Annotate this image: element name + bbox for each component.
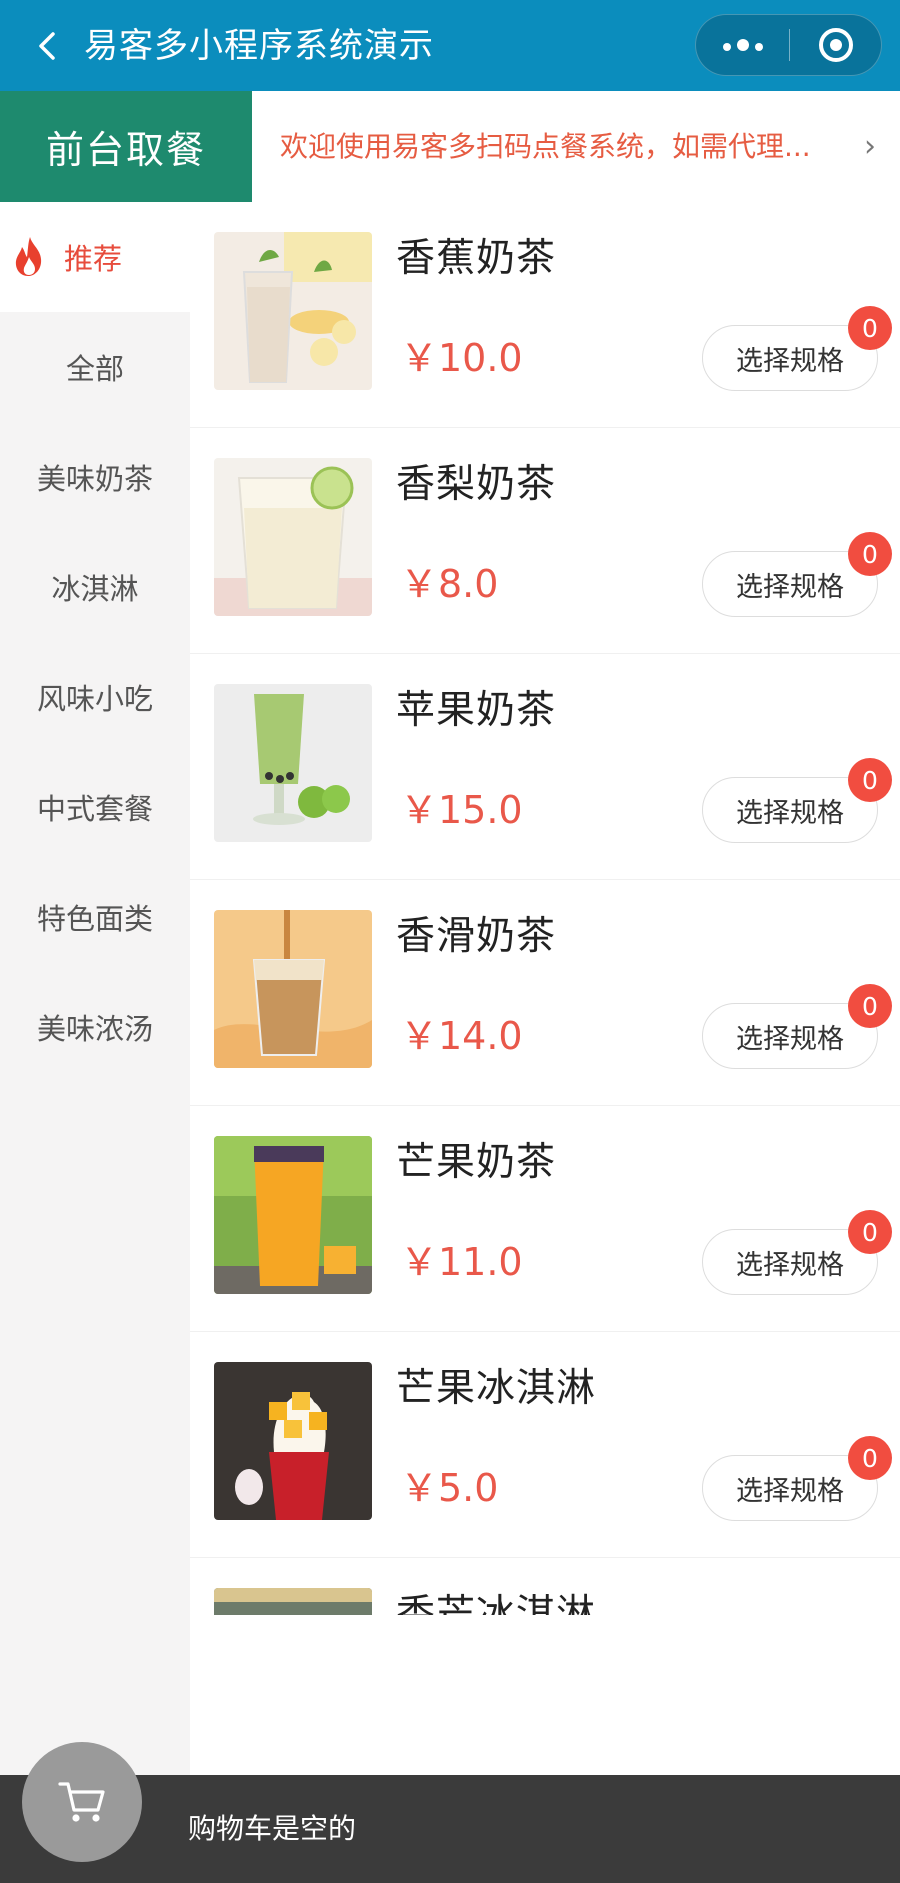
list-item: 芒果冰淇淋 ￥5.0 选择规格 0 (190, 1332, 900, 1558)
sidebar-item-snacks[interactable]: 风味小吃 (0, 642, 190, 752)
product-list[interactable]: 香蕉奶茶 ￥10.0 选择规格 0 香梨奶茶 ￥8.0 选择规格 0 苹果奶茶 … (190, 202, 900, 1615)
chevron-right-icon[interactable]: › (864, 131, 876, 163)
list-item: 芒果奶茶 ￥11.0 选择规格 0 (190, 1106, 900, 1332)
more-dots-icon[interactable] (696, 15, 789, 75)
product-price: ￥14.0 (400, 1014, 523, 1058)
product-name: 芒果奶茶 (396, 1140, 557, 1185)
sidebar-item-milk-tea[interactable]: 美味奶茶 (0, 422, 190, 532)
product-name: 芒果冰淇淋 (396, 1366, 597, 1411)
product-price: ￥10.0 (400, 336, 523, 380)
count-badge: 0 (848, 1210, 892, 1254)
count-badge: 0 (848, 306, 892, 350)
sidebar-item-recommend[interactable]: 推荐 (0, 202, 190, 312)
product-name: 香蕉奶茶 (396, 236, 557, 281)
product-name: 香梨奶茶 (396, 462, 557, 507)
sidebar-item-all[interactable]: 全部 (0, 312, 190, 422)
list-item: 香梨奶茶 ￥8.0 选择规格 0 (190, 428, 900, 654)
list-item: 香芒冰淇淋 (190, 1558, 900, 1615)
product-price: ￥15.0 (400, 788, 523, 832)
sidebar-item-chinese-set[interactable]: 中式套餐 (0, 752, 190, 862)
product-name: 香芒冰淇淋 (396, 1592, 597, 1615)
count-badge: 0 (848, 532, 892, 576)
product-image[interactable] (214, 1136, 372, 1294)
product-image[interactable] (214, 1362, 372, 1520)
product-price: ￥5.0 (400, 1466, 499, 1510)
sidebar-item-noodles[interactable]: 特色面类 (0, 862, 190, 972)
count-badge: 0 (848, 1436, 892, 1480)
cart-empty-text: 购物车是空的 (188, 1812, 357, 1845)
back-arrow-icon[interactable] (28, 26, 68, 66)
product-price: ￥11.0 (400, 1240, 523, 1284)
page-title: 易客多小程序系统演示 (84, 26, 434, 66)
product-name: 香滑奶茶 (396, 914, 557, 959)
product-image[interactable] (214, 232, 372, 390)
product-image[interactable] (214, 458, 372, 616)
flame-icon (15, 237, 42, 276)
top-bar: 前台取餐 欢迎使用易客多扫码点餐系统，如需代理... › (0, 91, 900, 202)
sidebar-item-ice-cream[interactable]: 冰淇淋 (0, 532, 190, 642)
category-sidebar: 推荐 全部 美味奶茶 冰淇淋 风味小吃 中式套餐 特色面类 美味浓汤 (0, 202, 190, 1775)
shopping-cart-icon[interactable] (22, 1742, 142, 1862)
count-badge: 0 (848, 758, 892, 802)
product-image[interactable] (214, 1588, 372, 1615)
list-item: 香蕉奶茶 ￥10.0 选择规格 0 (190, 202, 900, 428)
nav-header: 易客多小程序系统演示 (0, 0, 900, 91)
sidebar-item-soup[interactable]: 美味浓汤 (0, 972, 190, 1082)
mini-program-capsule (695, 14, 882, 76)
product-image[interactable] (214, 684, 372, 842)
close-target-icon[interactable] (790, 15, 882, 75)
notice-text[interactable]: 欢迎使用易客多扫码点餐系统，如需代理... (280, 127, 870, 167)
product-price: ￥8.0 (400, 562, 499, 606)
list-item: 香滑奶茶 ￥14.0 选择规格 0 (190, 880, 900, 1106)
list-item: 苹果奶茶 ￥15.0 选择规格 0 (190, 654, 900, 880)
product-name: 苹果奶茶 (396, 688, 557, 733)
sidebar-item-label: 推荐 (64, 242, 123, 276)
pickup-mode-button[interactable]: 前台取餐 (0, 91, 252, 202)
count-badge: 0 (848, 984, 892, 1028)
product-image[interactable] (214, 910, 372, 1068)
